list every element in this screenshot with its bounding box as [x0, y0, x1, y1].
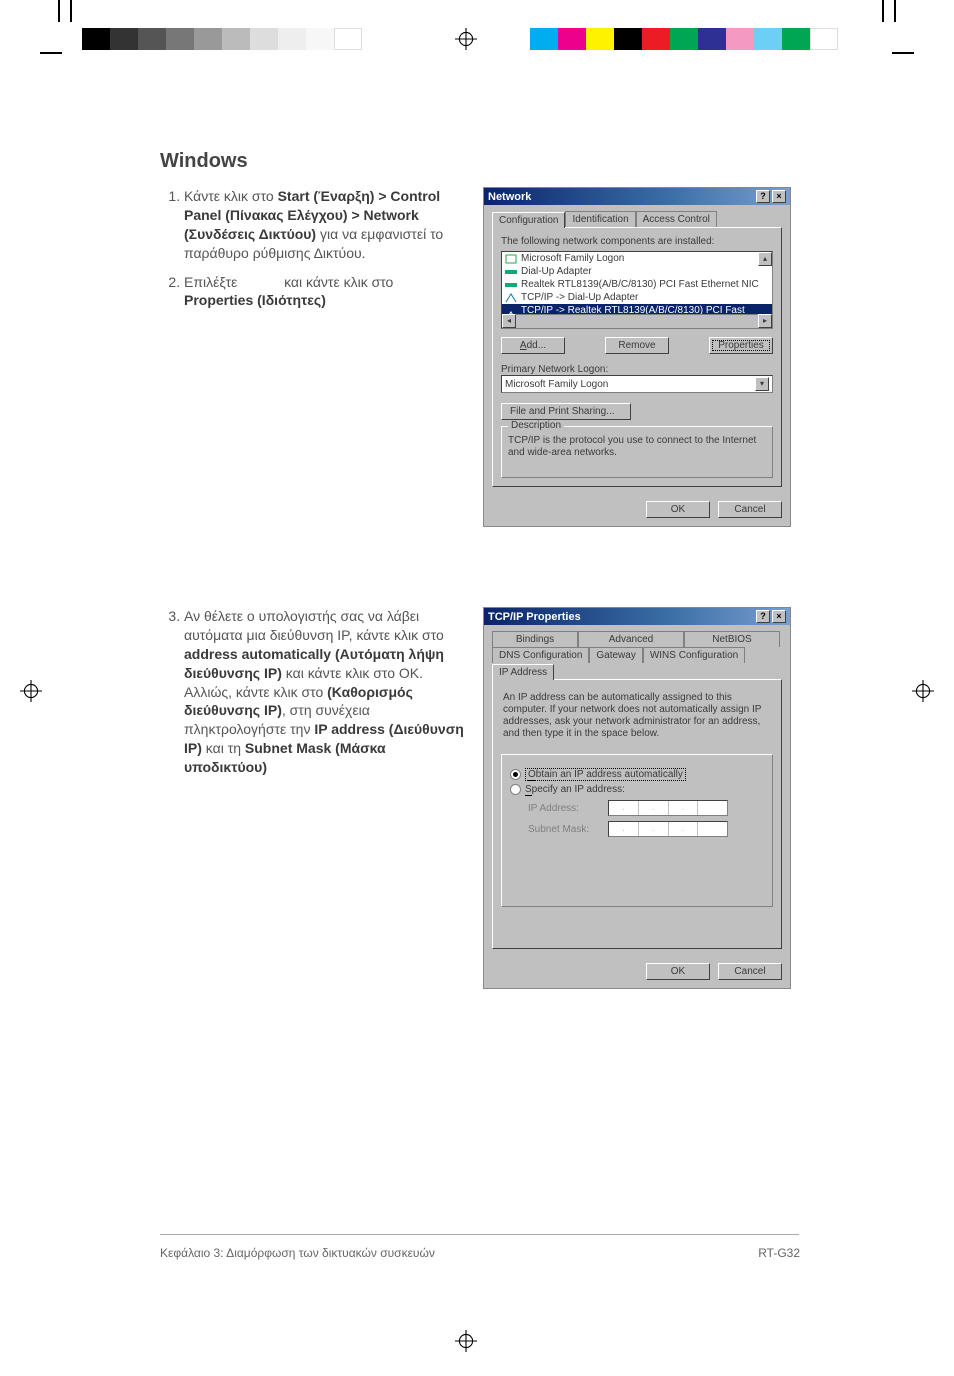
radio-obtain-auto[interactable]: Obtain an IP address automatically	[510, 768, 764, 781]
color-bar	[530, 28, 838, 50]
ok-button[interactable]: OK	[646, 501, 710, 518]
tab-ipaddress[interactable]: IP Address	[492, 664, 554, 680]
cancel-button[interactable]: Cancel	[718, 501, 782, 518]
dialog-title: TCP/IP Properties	[488, 611, 581, 623]
footer-model: RT-G32	[758, 1246, 800, 1260]
components-label: The following network components are ins…	[501, 236, 773, 247]
adapter-icon	[505, 267, 517, 277]
step-1: Κάντε κλικ στο Start (Έναρξη) > Control …	[184, 187, 465, 263]
components-listbox[interactable]: Microsoft Family Logon Dial-Up Adapter R…	[501, 251, 773, 329]
primary-logon-select[interactable]: Microsoft Family Logon ▾	[501, 375, 773, 393]
adapter-icon	[505, 280, 517, 290]
description-label: Description	[508, 420, 564, 431]
dropdown-arrow-icon[interactable]: ▾	[755, 377, 769, 391]
tab-advanced[interactable]: Advanced	[578, 631, 684, 647]
step-3: Αν θέλετε ο υπολογιστής σας να λάβει αυτ…	[184, 607, 465, 777]
tab-configuration[interactable]: Configuration	[492, 212, 565, 228]
tcpip-intro: An IP address can be automatically assig…	[503, 692, 771, 740]
cancel-button[interactable]: Cancel	[718, 963, 782, 980]
subnet-mask-label: Subnet Mask:	[528, 824, 600, 835]
radio-specify-ip[interactable]: Specify an IP address:	[510, 784, 764, 795]
tab-netbios[interactable]: NetBIOS	[684, 631, 780, 647]
registration-mark-icon	[455, 28, 477, 50]
ip-address-input[interactable]: ...	[608, 800, 728, 816]
help-icon[interactable]: ?	[756, 190, 770, 203]
primary-logon-label: Primary Network Logon:	[501, 364, 773, 375]
properties-button[interactable]: Properties	[709, 337, 773, 354]
step-2: Επιλέξτε και κάντε κλικ στο Properties (…	[184, 273, 465, 311]
tab-access-control[interactable]: Access Control	[636, 211, 717, 227]
close-icon[interactable]: ×	[772, 610, 786, 623]
close-icon[interactable]: ×	[772, 190, 786, 203]
scroll-up-icon[interactable]: ▴	[758, 252, 772, 266]
file-print-sharing-button[interactable]: File and Print Sharing...	[501, 403, 631, 420]
ip-address-label: IP Address:	[528, 803, 600, 814]
instructions-block-2: Αν θέλετε ο υπολογιστής σας να λάβει αυτ…	[160, 607, 465, 989]
protocol-icon	[505, 293, 517, 303]
tab-identification[interactable]: Identification	[565, 211, 635, 227]
ok-button[interactable]: OK	[646, 963, 710, 980]
add-button[interactable]: AAdd...dd...	[501, 337, 565, 354]
remove-button[interactable]: Remove	[605, 337, 669, 354]
grayscale-bar	[82, 28, 362, 50]
registration-mark-icon	[455, 1330, 477, 1352]
logon-icon	[505, 254, 517, 264]
help-icon[interactable]: ?	[756, 610, 770, 623]
scroll-right-icon[interactable]: ▸	[758, 314, 772, 328]
tab-gateway[interactable]: Gateway	[589, 647, 642, 663]
footer-divider	[160, 1234, 799, 1235]
registration-mark-icon	[912, 680, 934, 702]
tab-bindings[interactable]: Bindings	[492, 631, 578, 647]
section-title: Windows	[160, 150, 800, 173]
instructions-block-1: Κάντε κλικ στο Start (Έναρξη) > Control …	[160, 187, 465, 527]
network-dialog: Network ? × Configuration Identification…	[483, 187, 791, 527]
tab-dns[interactable]: DNS Configuration	[492, 647, 589, 663]
footer-chapter: Κεφάλαιο 3: Διαμόρφωση των δικτυακών συσ…	[160, 1246, 435, 1260]
registration-mark-icon	[20, 680, 42, 702]
description-text: TCP/IP is the protocol you use to connec…	[508, 435, 766, 459]
scroll-left-icon[interactable]: ◂	[502, 314, 516, 328]
subnet-mask-input[interactable]: ...	[608, 821, 728, 837]
tcpip-dialog: TCP/IP Properties ? × Bindings Advanced …	[483, 607, 791, 989]
tab-wins[interactable]: WINS Configuration	[643, 647, 745, 663]
dialog-title: Network	[488, 191, 531, 203]
